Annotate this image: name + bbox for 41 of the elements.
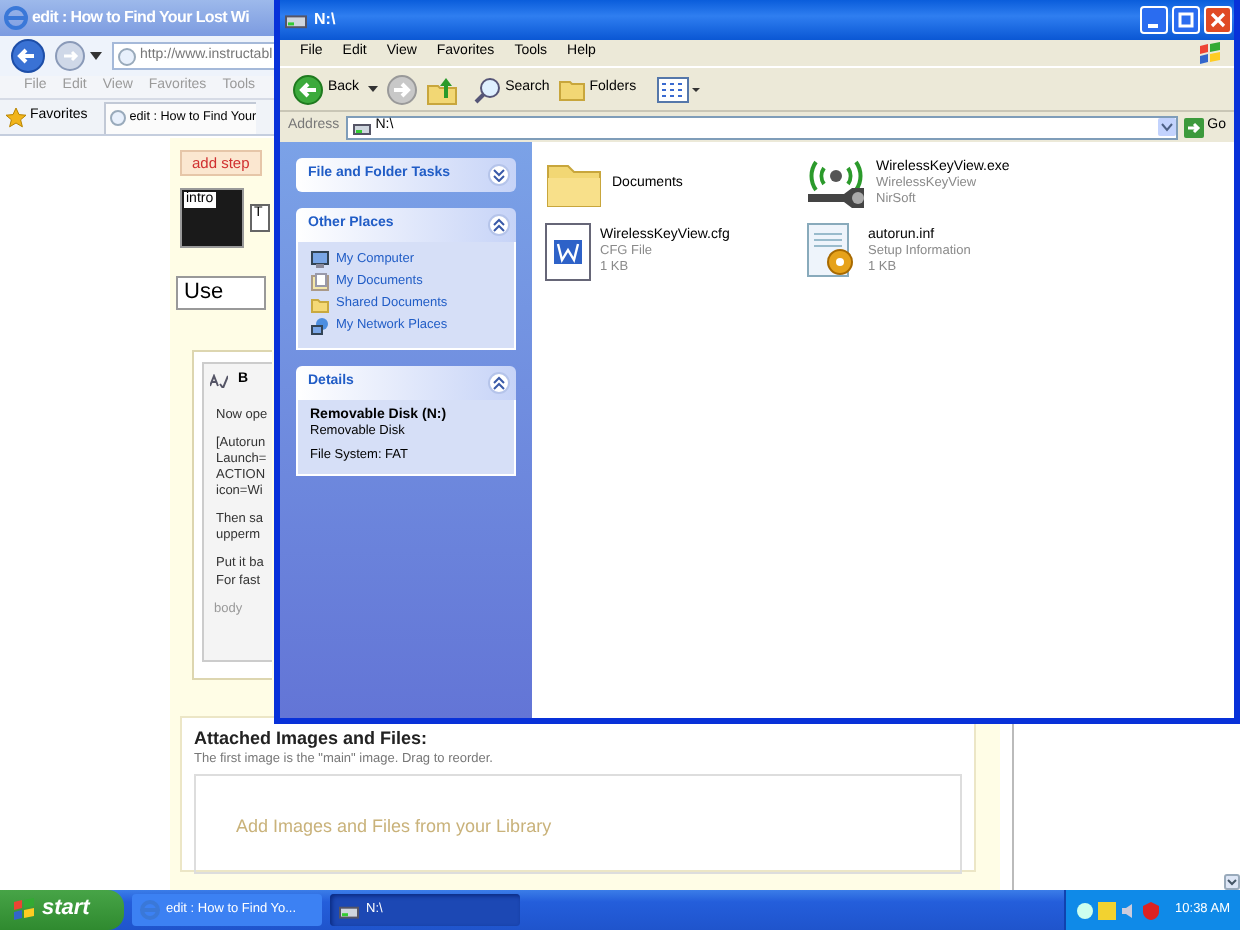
page-icon [118, 47, 136, 65]
scroll-down-icon[interactable] [1224, 874, 1240, 890]
spellcheck-icon[interactable] [210, 374, 228, 388]
maximize-button[interactable] [1172, 6, 1200, 34]
up-folder-icon[interactable] [425, 73, 458, 105]
documents-icon [310, 272, 330, 292]
title-field[interactable]: Use [176, 275, 266, 309]
caret-icon[interactable] [90, 52, 102, 60]
document-icon [544, 222, 592, 282]
tray-app-icon [1097, 901, 1116, 919]
back-icon [292, 73, 324, 105]
window-title: N:\ [314, 10, 336, 30]
close-button[interactable] [1204, 6, 1232, 34]
collapse-icon[interactable] [488, 372, 510, 394]
page-icon [109, 110, 126, 126]
search-icon [473, 75, 502, 103]
dropdown-icon [1157, 118, 1176, 136]
views-icon[interactable] [656, 75, 701, 103]
collapse-icon[interactable] [488, 214, 510, 236]
computer-icon [310, 250, 330, 270]
windows-flag-icon [12, 898, 36, 922]
chevron-drawing [492, 376, 506, 390]
chevron-drawing [492, 168, 506, 182]
close-icon [1210, 12, 1226, 29]
section-heading: Attached Images and Files: [194, 727, 430, 749]
windows-flag-icon [1198, 41, 1222, 65]
window-title: edit : How to Find Your Lost Wi [32, 8, 250, 28]
shield-icon [1141, 901, 1160, 919]
browser-icon [4, 6, 28, 30]
chevron-drawing [492, 218, 506, 232]
expand-icon[interactable] [488, 164, 510, 186]
speaker-icon [1119, 901, 1138, 919]
start-button[interactable]: start [0, 890, 124, 930]
browser-icon [140, 900, 160, 920]
back-icon[interactable] [6, 38, 50, 74]
maximize-icon [1178, 12, 1194, 29]
go-arrow-icon [1183, 117, 1204, 137]
star-icon [6, 107, 26, 127]
caret-icon[interactable] [367, 86, 378, 92]
folder-icon [310, 294, 330, 314]
minimize-button[interactable] [1140, 6, 1168, 34]
